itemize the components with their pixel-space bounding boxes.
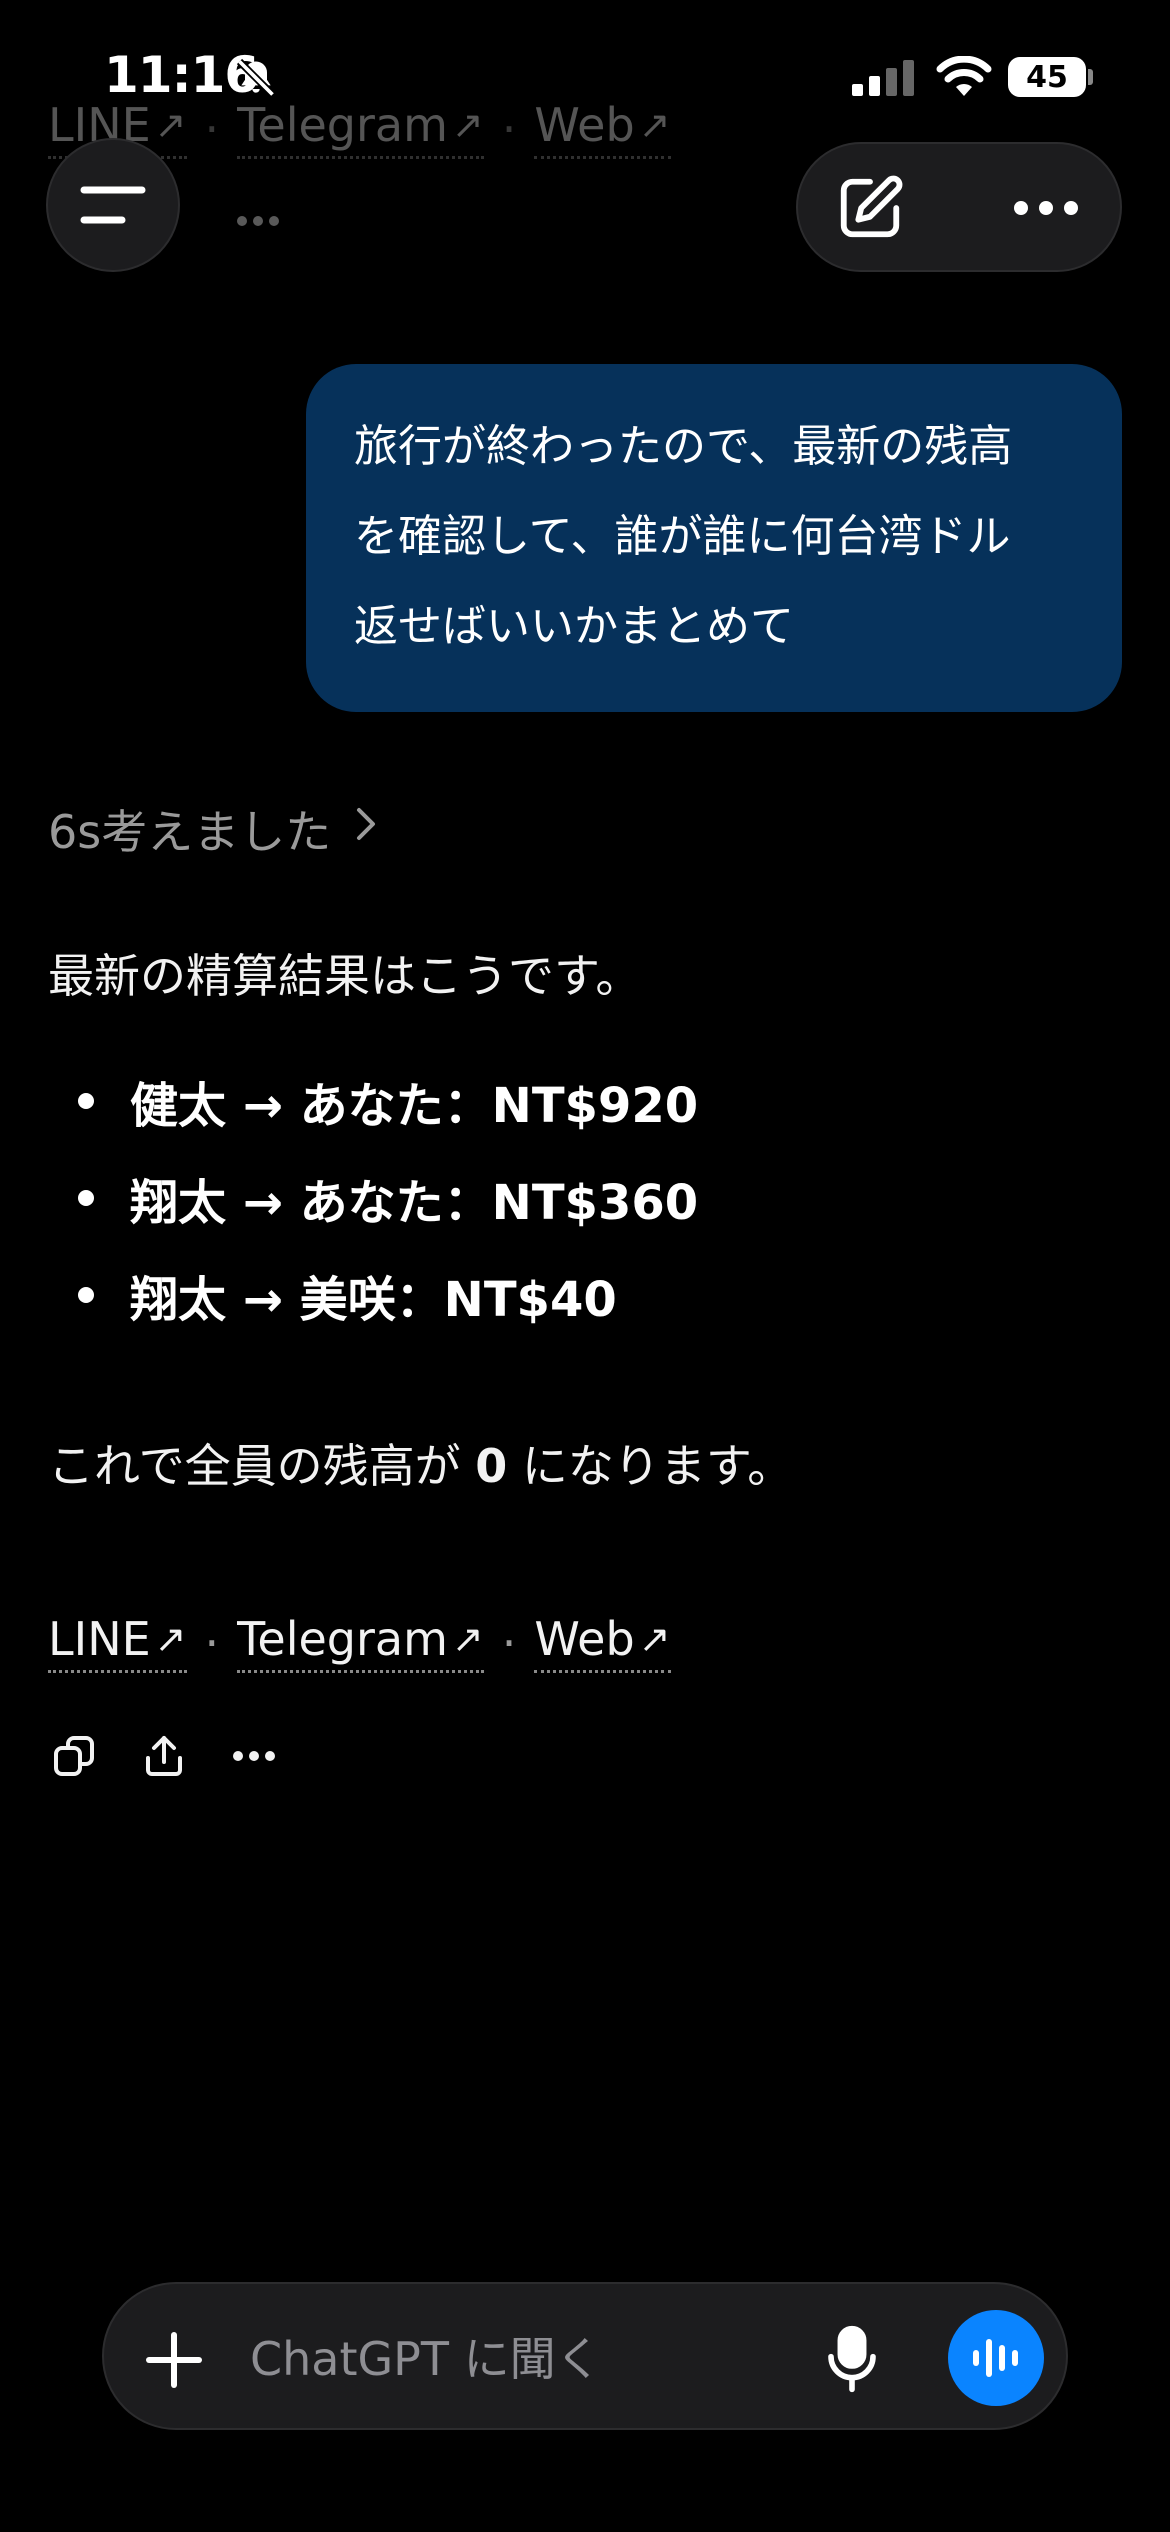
message-actions [46, 1728, 316, 1784]
thinking-label: 6s考えました [48, 805, 332, 859]
voice-mode-button[interactable] [948, 2310, 1044, 2406]
cellular-signal-icon [852, 60, 916, 100]
user-message-bubble: 旅行が終わったので、最新の残高 を確認して、誰が誰に何台湾ドル 返せばいいかまと… [306, 364, 1122, 712]
share-button[interactable] [136, 1728, 192, 1784]
faded-link-telegram: Telegram ↗ [237, 98, 484, 159]
wifi-icon [936, 55, 992, 102]
more-icon [1014, 201, 1078, 215]
link-line[interactable]: LINE ↗ [48, 1612, 187, 1673]
faded-link-web: Web ↗ [534, 98, 671, 159]
faded-more-icon [236, 212, 280, 231]
share-links: LINE ↗ · Telegram ↗ · Web ↗ [48, 1612, 671, 1673]
add-attachment-button[interactable] [134, 2320, 214, 2400]
plus-icon [146, 2332, 202, 2388]
share-icon [146, 1736, 182, 1776]
microphone-icon [828, 2325, 876, 2393]
chevron-right-icon [355, 806, 377, 852]
user-message-line: 返せばいいかまとめて [354, 601, 794, 652]
list-item: 翔太 → あなた：NT$360 [48, 1149, 698, 1246]
link-telegram[interactable]: Telegram ↗ [237, 1612, 484, 1673]
new-chat-button[interactable] [830, 168, 910, 248]
more-actions-button[interactable] [226, 1728, 282, 1784]
menu-icon [80, 186, 146, 224]
user-message-line: 旅行が終わったので、最新の残高 [354, 421, 1013, 472]
voice-waveform-icon [973, 2339, 1018, 2377]
copy-button[interactable] [46, 1728, 102, 1784]
dictation-button[interactable] [812, 2316, 892, 2402]
battery-indicator: 45 [1008, 57, 1086, 97]
bullet-dot [78, 1286, 94, 1303]
battery-cap [1088, 69, 1093, 85]
more-icon [233, 1751, 275, 1761]
copy-icon [54, 1736, 94, 1776]
list-item: 翔太 → 美咲：NT$40 [48, 1246, 698, 1343]
link-web[interactable]: Web ↗ [534, 1612, 671, 1673]
list-item: 健太 → あなた：NT$920 [48, 1052, 698, 1149]
thinking-toggle[interactable]: 6s考えました [48, 796, 377, 862]
assistant-summary: これで全員の残高が 0 になります。 [48, 1439, 794, 1493]
settlement-list: 健太 → あなた：NT$920 翔太 → あなた：NT$360 翔太 → 美咲：… [48, 1052, 698, 1343]
user-message-line: を確認して、誰が誰に何台湾ドル [354, 511, 1011, 562]
assistant-intro: 最新の精算結果はこうです。 [48, 949, 642, 1003]
message-input[interactable] [248, 2318, 792, 2400]
compose-icon [840, 175, 903, 238]
bullet-dot [78, 1189, 94, 1206]
bell-muted-icon [234, 56, 278, 104]
sidebar-menu-button[interactable] [46, 138, 180, 272]
more-options-button[interactable] [1006, 168, 1086, 248]
bullet-dot [78, 1092, 94, 1109]
